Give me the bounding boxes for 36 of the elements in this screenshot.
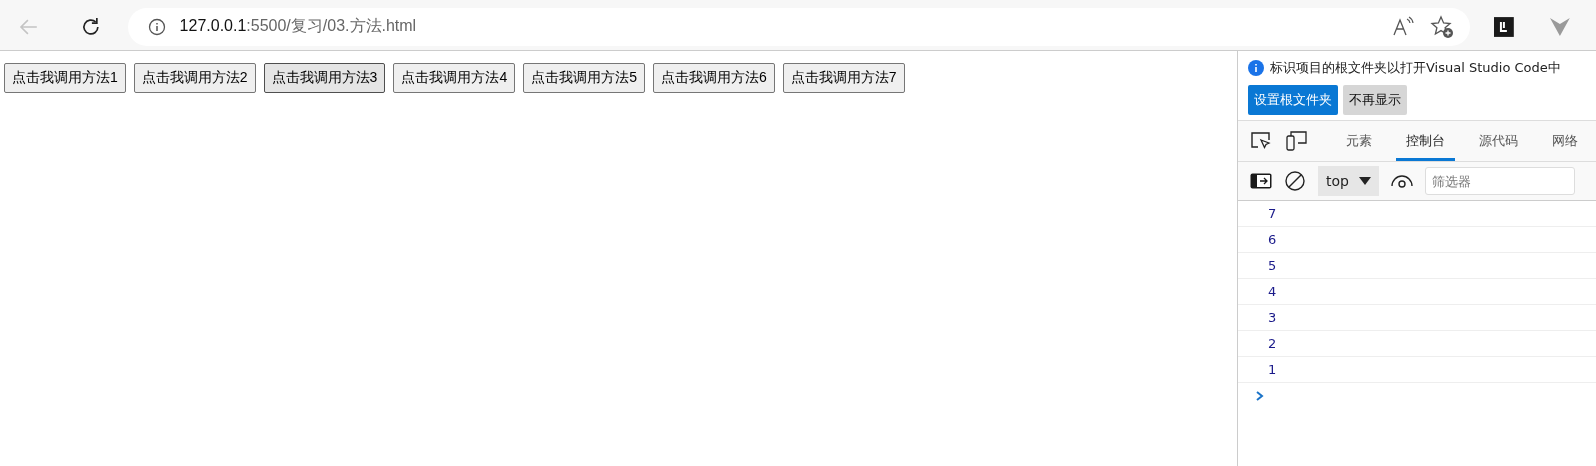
page-button[interactable]: 点击我调用方法1	[4, 63, 126, 93]
device-icon[interactable]	[1286, 130, 1308, 152]
extension-icon[interactable]	[1494, 16, 1515, 37]
notice-message: 标识项目的根文件夹以打开Visual Studio Code中	[1270, 59, 1561, 77]
eye-icon[interactable]	[1390, 174, 1413, 188]
console-output: 1	[1268, 362, 1277, 377]
page-button[interactable]: 点击我调用方法7	[782, 63, 905, 93]
caret-icon	[1358, 177, 1371, 185]
read-aloud-icon[interactable]	[1392, 15, 1417, 38]
dont-show-again-button[interactable]: 不再显示	[1343, 85, 1407, 115]
page-button[interactable]: 点击我调用方法4	[393, 63, 516, 93]
info-icon	[1248, 60, 1264, 76]
console-output: 2	[1268, 336, 1277, 351]
url-text: 127.0.0.1:5500/复习/03.方法.html	[179, 16, 417, 36]
info-icon[interactable]	[147, 17, 166, 36]
favorite-add-icon[interactable]	[1430, 14, 1455, 39]
page-button[interactable]: 点击我调用方法2	[133, 63, 256, 93]
context-dropdown[interactable]: top	[1318, 166, 1379, 196]
devtools-tab[interactable]: 源代码	[1469, 121, 1528, 161]
prompt-icon	[1256, 391, 1264, 401]
page-button[interactable]: 点击我调用方法5	[523, 63, 645, 93]
console-output: 3	[1268, 310, 1277, 325]
set-root-folder-button[interactable]: 设置根文件夹	[1248, 85, 1338, 115]
clear-console-icon[interactable]	[1284, 170, 1306, 192]
console-output: 6	[1268, 232, 1277, 247]
address-bar[interactable]: 127.0.0.1:5500/复习/03.方法.html	[127, 7, 1471, 46]
console-output: 4	[1268, 284, 1277, 299]
devtools-tab[interactable]: 网络	[1542, 121, 1588, 161]
page-button[interactable]: 点击我调用方法6	[653, 63, 775, 93]
sidebar-toggle-icon[interactable]	[1250, 173, 1272, 189]
page-button[interactable]: 点击我调用方法3	[263, 63, 386, 93]
console-output: 7	[1268, 206, 1277, 221]
devtools-tab[interactable]: 元素	[1336, 121, 1382, 161]
console-output: 5	[1268, 258, 1277, 273]
inspect-icon[interactable]	[1250, 131, 1272, 151]
filter-field[interactable]: 筛选器	[1424, 167, 1575, 195]
